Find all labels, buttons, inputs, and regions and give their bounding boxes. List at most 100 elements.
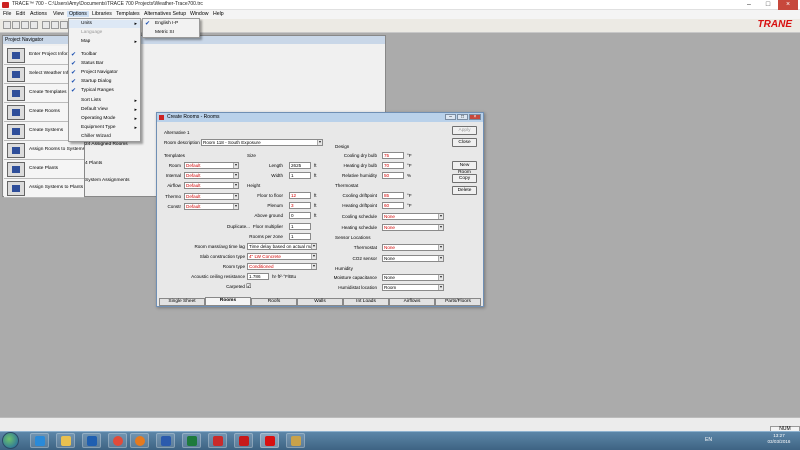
template-constr-select[interactable]: Default ▼ [184,203,239,210]
cooling-driftpoint-input[interactable]: 85 [382,192,404,199]
menu-libraries[interactable]: Libraries [92,11,112,17]
sensor-thermostat-select[interactable]: None ▼ [382,244,444,251]
option-toolbar[interactable]: ✔ Toolbar [69,51,140,59]
cooling-dry-bulb-input[interactable]: 75 [382,152,404,159]
tab-parts-floors[interactable]: Parts/Floors [435,298,481,306]
length-input[interactable]: 2625 [289,162,311,169]
chrome-icon[interactable] [108,433,127,448]
paste-icon[interactable] [60,21,68,29]
tab-single-sheet[interactable]: Single Sheet [159,298,205,306]
print-icon[interactable] [30,21,38,29]
template-thermo-select[interactable]: Default ▼ [184,193,239,200]
tab-rooms[interactable]: Rooms [205,297,251,306]
maximize-button[interactable]: □ [759,0,777,10]
tab-walls[interactable]: Walls [297,298,343,306]
dialog-minimize-button[interactable]: – [445,114,456,120]
option-status-bar[interactable]: ✔ Status Bar [69,60,140,68]
heating-driftpoint-input[interactable]: 60 [382,202,404,209]
option-default-view[interactable]: Default View ▸ [69,106,140,114]
above-ground-input[interactable]: 0 [289,212,311,219]
template-room-select[interactable]: Default ▼ [184,162,239,169]
tools-icon[interactable] [286,433,305,448]
open-icon[interactable] [12,21,20,29]
option-chiller-wizard[interactable]: Chiller Wizard [69,133,140,141]
acrobat-icon[interactable] [234,433,253,448]
tab-int-loads[interactable]: Int Loads [343,298,389,306]
room-mass-select[interactable]: Time delay based on actual ma ▼ [247,243,317,250]
start-button[interactable] [2,432,19,449]
dropdown-arrow-icon: ▼ [233,204,238,209]
close-button[interactable]: Close [452,138,477,147]
heating-dry-bulb-input[interactable]: 70 [382,162,404,169]
nav-item-plants[interactable]: Create Plants [4,160,84,179]
copy-icon[interactable] [51,21,59,29]
option-sort-lists[interactable]: Sort Lists ▸ [69,97,140,105]
new-icon[interactable] [3,21,11,29]
heating-schedule-select[interactable]: None ▼ [382,224,444,231]
menu-templates[interactable]: Templates [116,11,140,17]
template-airflow-select[interactable]: Default ▼ [184,182,239,189]
outlook-icon[interactable] [82,433,101,448]
dialog-maximize-button[interactable]: □ [457,114,468,120]
carpeted-checkbox[interactable]: ☑ [246,283,251,290]
explorer-icon[interactable] [56,433,75,448]
excel-icon[interactable] [182,433,201,448]
nav-item-assign-rooms[interactable]: Assign Rooms to Systems [4,141,85,160]
sensor-thermostat-label: Thermostat [353,245,377,250]
option-typical-ranges[interactable]: ✔ Typical Ranges [69,87,140,95]
units-metric-si[interactable]: Metric SI [143,29,199,37]
trace700-icon[interactable] [260,433,279,448]
new-room-button[interactable]: New Room [452,161,477,175]
nav-item-label: Assign Systems to Plants [29,185,84,190]
humidistat-location-select[interactable]: Room ▼ [382,284,444,291]
width-input[interactable]: 1 [289,172,311,179]
room-type-select[interactable]: Conditioned ▼ [247,263,317,270]
ie-icon[interactable] [30,433,49,448]
apply-button[interactable]: Apply [452,126,477,135]
floor-multiplier-input[interactable]: 1 [289,223,311,230]
cooling-schedule-select[interactable]: None ▼ [382,213,444,220]
option-units[interactable]: Units ▸ [69,20,140,28]
language-indicator[interactable]: EN [705,437,712,443]
copy-button[interactable]: Copy [452,174,477,183]
word-icon[interactable] [156,433,175,448]
room-description-select[interactable]: Room 118 - South Exposure ▼ [201,139,323,146]
system-clock[interactable]: 13:27 03/03/2016 [760,433,798,444]
dialog-close-icon[interactable]: × [469,114,481,120]
option-project-navigator[interactable]: ✔ Project Navigator [69,69,140,77]
co2-sensor-select[interactable]: None ▼ [382,255,444,262]
template-internal-select[interactable]: Default ▼ [184,172,239,179]
tab-roofs[interactable]: Roofs [251,298,297,306]
floor-to-floor-input[interactable]: 12 [289,192,311,199]
moisture-capacitance-select[interactable]: None ▼ [382,274,444,281]
slab-construction-select[interactable]: 4" LW Concrete ▼ [247,253,317,260]
status-bar [0,417,800,431]
nav-item-assign-systems[interactable]: Assign Systems to Plants [4,179,84,198]
option-equipment-type[interactable]: Equipment Type ▸ [69,124,140,132]
plenum-input[interactable]: 3 [289,202,311,209]
delete-button[interactable]: Delete [452,186,477,195]
menu-edit[interactable]: Edit [16,11,25,17]
units-english-ip[interactable]: ✔ English I-P [143,20,199,28]
option-operating-mode[interactable]: Operating Mode ▸ [69,115,140,123]
option-map[interactable]: Map ▸ [69,38,140,46]
app-title-bar: TRACE™ 700 - C:\Users\Amy\Documents\TRAC… [0,0,800,10]
autocad-icon[interactable] [208,433,227,448]
menu-alternatives-setup[interactable]: Alternatives Setup [144,11,186,17]
rooms-per-zone-input[interactable]: 1 [289,233,311,240]
relative-humidity-input[interactable]: 50 [382,172,404,179]
minimize-button[interactable]: – [740,0,758,10]
menu-window[interactable]: Window [190,11,208,17]
menu-file[interactable]: File [3,11,11,17]
tab-airflows[interactable]: Airflows [389,298,435,306]
save-icon[interactable] [21,21,29,29]
menu-view[interactable]: View [53,11,64,17]
option-startup-dialog[interactable]: ✔ Startup Dialog [69,78,140,86]
firefox-icon[interactable] [130,433,149,448]
menu-help[interactable]: Help [213,11,224,17]
close-window-button[interactable]: × [778,0,798,10]
menu-options[interactable]: Options [67,11,89,17]
menu-actions[interactable]: Actions [30,11,47,17]
acoustic-resistance-input[interactable]: 1.786 [247,273,269,280]
cut-icon[interactable] [42,21,50,29]
